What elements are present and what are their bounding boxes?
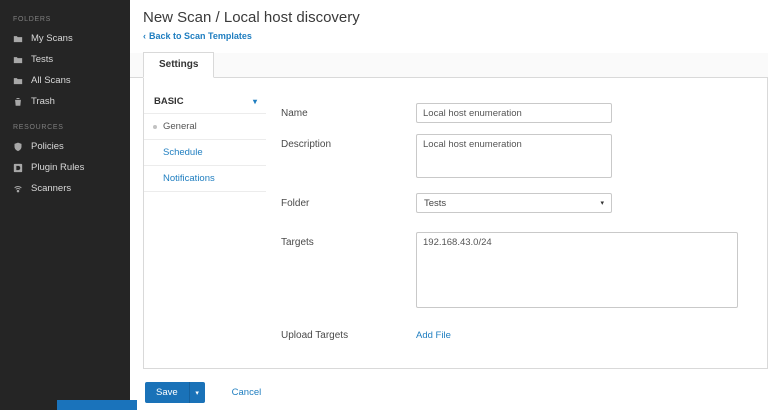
page-header: New Scan / Local host discovery ‹ Back t… bbox=[130, 0, 768, 44]
description-label: Description bbox=[281, 139, 332, 150]
save-button[interactable]: Save bbox=[145, 382, 189, 403]
sidebar-item-label: Tests bbox=[31, 54, 54, 65]
folder-selected-value: Tests bbox=[424, 197, 447, 209]
tab-settings[interactable]: Settings bbox=[143, 52, 215, 78]
chevron-down-icon: ▾ bbox=[252, 97, 257, 106]
plugin-rules-icon bbox=[13, 163, 23, 172]
policies-icon bbox=[14, 142, 22, 151]
form-row-upload-targets: Upload Targets Add File bbox=[281, 325, 767, 341]
sidebar-section-folders: FOLDERS bbox=[13, 16, 51, 23]
form-row-targets: Targets 192.168.43.0/24 bbox=[281, 232, 767, 308]
settings-nav-group-basic[interactable]: BASIC ▾ bbox=[144, 90, 266, 114]
sidebar-item-plugin-rules[interactable]: Plugin Rules bbox=[0, 157, 130, 178]
sidebar-item-label: My Scans bbox=[31, 33, 73, 44]
folder-icon bbox=[13, 35, 23, 42]
save-dropdown-caret-icon[interactable]: ▾ bbox=[188, 382, 205, 403]
back-link-label: Back to Scan Templates bbox=[149, 31, 252, 41]
settings-nav-item-label: General bbox=[163, 121, 197, 132]
folder-icon bbox=[13, 56, 23, 63]
sidebar-item-label: Trash bbox=[31, 96, 55, 107]
sidebar-item-trash[interactable]: Trash bbox=[0, 91, 130, 112]
settings-nav-item-general[interactable]: General bbox=[144, 114, 266, 140]
scan-settings-form: Name Description Local host enumeration … bbox=[266, 78, 767, 368]
sidebar-item-label: Scanners bbox=[31, 183, 72, 194]
add-file-link[interactable]: Add File bbox=[416, 325, 451, 341]
sidebar-item-all-scans[interactable]: All Scans bbox=[0, 70, 130, 91]
back-arrow-icon: ‹ bbox=[143, 31, 146, 41]
name-input[interactable] bbox=[416, 103, 612, 123]
settings-nav-item-label: Notifications bbox=[163, 173, 215, 184]
settings-nav-item-label: Schedule bbox=[163, 147, 203, 158]
settings-nav-item-schedule[interactable]: Schedule bbox=[144, 140, 266, 166]
settings-nav: BASIC ▾ General Schedule Notifications bbox=[144, 78, 266, 368]
description-textarea[interactable]: Local host enumeration bbox=[416, 134, 612, 178]
back-to-scan-templates-link[interactable]: ‹ Back to Scan Templates bbox=[143, 31, 252, 41]
targets-textarea[interactable]: 192.168.43.0/24 bbox=[416, 232, 738, 308]
bottom-blue-bar bbox=[57, 400, 137, 410]
sidebar-item-policies[interactable]: Policies bbox=[0, 136, 130, 157]
sidebar-item-my-scans[interactable]: My Scans bbox=[0, 28, 130, 49]
sidebar-item-tests[interactable]: Tests bbox=[0, 49, 130, 70]
folder-icon bbox=[13, 77, 23, 84]
cancel-button[interactable]: Cancel bbox=[232, 387, 262, 398]
targets-label: Targets bbox=[281, 237, 314, 248]
sidebar: FOLDERS My Scans Tests All Scans Trash R… bbox=[0, 0, 130, 410]
settings-nav-group-label: BASIC bbox=[154, 96, 184, 107]
form-row-description: Description Local host enumeration bbox=[281, 134, 767, 178]
tab-bar: Settings bbox=[130, 52, 768, 78]
trash-icon bbox=[15, 97, 21, 106]
folder-label: Folder bbox=[281, 198, 310, 209]
settings-nav-item-notifications[interactable]: Notifications bbox=[144, 166, 266, 192]
form-row-name: Name bbox=[281, 103, 767, 123]
upload-targets-label: Upload Targets bbox=[281, 330, 349, 341]
scanners-icon bbox=[14, 185, 22, 192]
folder-select[interactable]: Tests ▾ bbox=[416, 193, 612, 213]
main-content: New Scan / Local host discovery ‹ Back t… bbox=[130, 0, 768, 410]
bullet-dot-icon bbox=[153, 125, 157, 129]
sidebar-item-scanners[interactable]: Scanners bbox=[0, 178, 130, 199]
sidebar-item-label: All Scans bbox=[31, 75, 71, 86]
sidebar-item-label: Plugin Rules bbox=[31, 162, 85, 173]
form-row-folder: Folder Tests ▾ bbox=[281, 193, 767, 213]
save-split-button: Save ▾ bbox=[145, 382, 205, 403]
name-label: Name bbox=[281, 108, 308, 119]
app-window: FOLDERS My Scans Tests All Scans Trash R… bbox=[0, 0, 768, 410]
sidebar-section-resources: RESOURCES bbox=[13, 124, 64, 131]
settings-panel: BASIC ▾ General Schedule Notifications N… bbox=[143, 78, 768, 369]
form-footer: Save ▾ Cancel bbox=[145, 382, 768, 403]
page-title: New Scan / Local host discovery bbox=[143, 9, 360, 26]
dropdown-caret-icon: ▾ bbox=[600, 200, 604, 207]
sidebar-item-label: Policies bbox=[31, 141, 64, 152]
